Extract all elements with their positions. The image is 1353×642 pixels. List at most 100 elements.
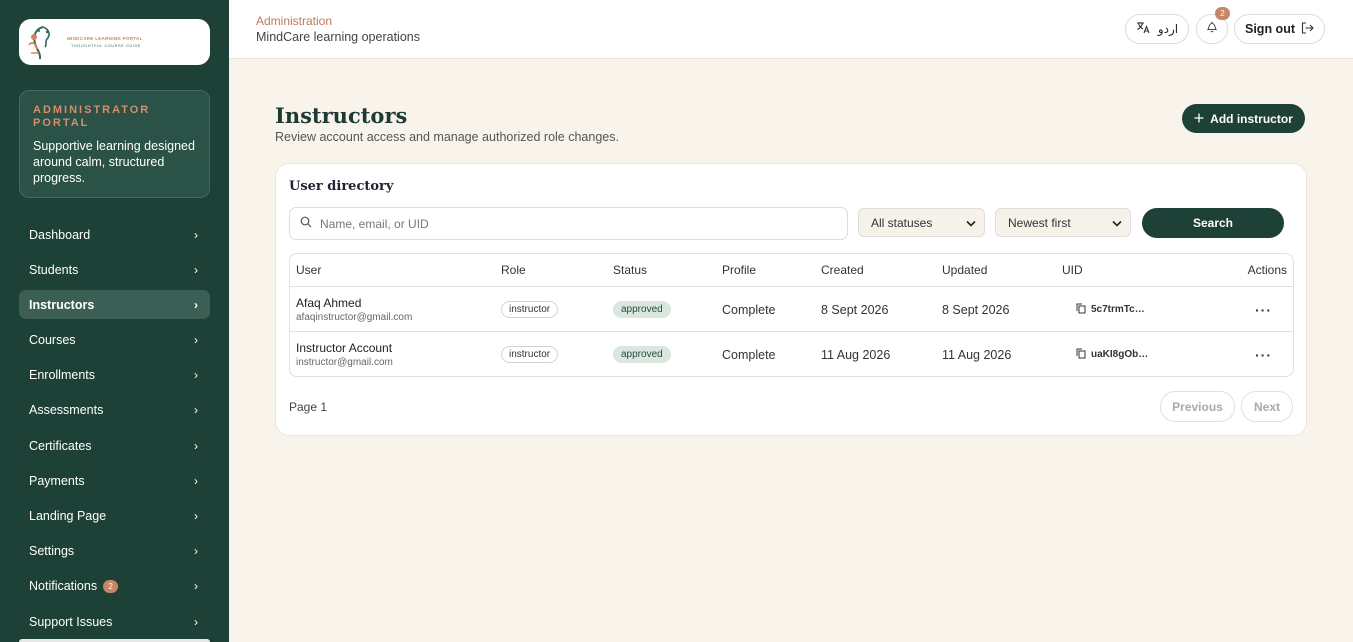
user-name: Instructor Account (296, 341, 393, 355)
sidebar-item-label: Landing Page (29, 509, 107, 523)
portal-kicker: ADMINISTRATOR PORTAL (33, 104, 151, 129)
sidebar-item-landing-page[interactable]: Landing Page › (19, 502, 210, 531)
language-toggle-button[interactable]: اردو (1125, 14, 1189, 44)
more-horizontal-icon: ··· (1255, 301, 1272, 318)
search-input[interactable] (320, 216, 820, 231)
search-icon (300, 215, 312, 233)
sidebar-item-dashboard[interactable]: Dashboard › (19, 220, 210, 249)
user-cell: Instructor Account instructor@gmail.com (296, 332, 393, 376)
page-subtitle: Review account access and manage authori… (275, 130, 619, 144)
uid-value: uaKI8gOb… (1091, 349, 1149, 360)
more-horizontal-icon: ··· (1255, 346, 1272, 363)
breadcrumb-kicker: Administration (256, 14, 333, 28)
logo-mark-icon (25, 23, 57, 61)
sign-out-label: Sign out (1245, 22, 1295, 36)
portal-card: ADMINISTRATOR PORTAL Supportive learning… (19, 90, 210, 198)
row-actions-button[interactable]: ··· (1255, 332, 1272, 376)
copy-icon (1076, 303, 1086, 317)
table-row: Instructor Account instructor@gmail.com … (290, 331, 1293, 376)
sidebar-item-label: Instructors (29, 297, 95, 312)
sidebar-nav: Dashboard › Students › Instructors › Course… (19, 220, 210, 642)
chevron-down-icon (1112, 216, 1122, 230)
previous-page-button[interactable]: Previous (1160, 391, 1235, 422)
portal-description: Supportive learning designed around calm… (33, 139, 195, 185)
row-actions-button[interactable]: ··· (1255, 287, 1272, 332)
chevron-right-icon: › (194, 333, 198, 348)
user-email: afaqinstructor@gmail.com (296, 312, 413, 323)
sidebar-item-certificates[interactable]: Certificates › (19, 431, 210, 460)
sidebar: MINDCARE LEARNING PORTAL THOUGHTFUL COUR… (0, 0, 229, 642)
role-cell: instructor (501, 332, 559, 376)
column-header-user: User (296, 263, 322, 277)
next-page-button[interactable]: Next (1241, 391, 1293, 422)
chevron-right-icon: › (194, 438, 198, 453)
column-header-uid: UID (1062, 263, 1083, 277)
sidebar-item-payments[interactable]: Payments › (19, 466, 210, 495)
column-header-role: Role (501, 263, 526, 277)
sidebar-item-label: Dashboard (29, 227, 91, 242)
uid-copy-button[interactable]: 5c7trmTc… (1076, 287, 1145, 332)
page-indicator: Page 1 (289, 400, 328, 414)
sign-out-icon (1301, 21, 1314, 37)
updated-cell: 11 Aug 2026 (942, 347, 1012, 362)
search-field[interactable] (289, 207, 848, 240)
column-header-created: Created (821, 263, 864, 277)
notification-count-badge: 2 (1215, 7, 1230, 20)
sidebar-item-label: Assessments (29, 403, 104, 418)
logo[interactable]: MINDCARE LEARNING PORTAL THOUGHTFUL COUR… (19, 19, 210, 65)
chevron-right-icon: › (194, 509, 198, 523)
chevron-right-icon: › (194, 262, 198, 277)
page-title: Instructors (275, 103, 408, 128)
created-cell: 11 Aug 2026 (821, 347, 891, 362)
chevron-right-icon: › (194, 368, 198, 383)
search-button[interactable]: Search (1142, 208, 1284, 238)
column-header-actions: Actions (1247, 263, 1287, 277)
column-header-profile: Profile (722, 263, 757, 277)
sidebar-item-instructors[interactable]: Instructors › (19, 290, 210, 320)
status-filter-select[interactable]: All statuses (858, 208, 985, 237)
translate-icon (1136, 21, 1150, 37)
table-row: Afaq Ahmed afaqinstructor@gmail.com inst… (290, 286, 1293, 332)
sidebar-item-label: Notifications (29, 579, 98, 594)
updated-cell: 8 Sept 2026 (942, 302, 1010, 317)
profile-cell: Complete (722, 302, 776, 317)
notification-count-badge: 2 (103, 579, 119, 593)
sort-select[interactable]: Newest first (995, 208, 1131, 237)
sidebar-item-notifications[interactable]: Notifications 2 › (19, 572, 210, 601)
sidebar-item-enrollments[interactable]: Enrollments › (19, 361, 210, 390)
chevron-right-icon: › (194, 297, 198, 312)
user-name: Afaq Ahmed (296, 296, 362, 310)
user-cell: Afaq Ahmed afaqinstructor@gmail.com (296, 287, 412, 332)
language-label: اردو (1157, 22, 1179, 36)
sidebar-item-label: Support Issues (29, 614, 113, 629)
chevron-right-icon: › (194, 473, 198, 488)
user-directory-card: User directory All statuses Newest first… (275, 163, 1307, 436)
add-instructor-button[interactable]: Add instructor (1182, 104, 1305, 133)
add-instructor-label: Add instructor (1210, 111, 1293, 126)
uid-value: 5c7trmTc… (1091, 304, 1145, 315)
chevron-right-icon: › (194, 614, 198, 629)
column-header-status: Status (613, 263, 648, 277)
sidebar-item-label: Certificates (29, 438, 92, 453)
sidebar-item-label: Settings (29, 544, 75, 559)
sidebar-item-label: Courses (29, 333, 76, 348)
sidebar-item-students[interactable]: Students › (19, 255, 210, 284)
chevron-right-icon: › (194, 579, 198, 594)
status-badge: approved (613, 346, 671, 363)
sidebar-item-label: Enrollments (29, 368, 95, 383)
sidebar-item-label: Payments (29, 473, 85, 488)
sidebar-item-settings[interactable]: Settings › (19, 537, 210, 566)
sidebar-item-assessments[interactable]: Assessments › (19, 396, 210, 425)
uid-copy-button[interactable]: uaKI8gOb… (1076, 332, 1149, 376)
logo-line-2: THOUGHTFUL COURSE GUIDE (71, 44, 141, 48)
profile-cell: Complete (722, 347, 776, 362)
status-filter-value: All statuses (871, 215, 933, 230)
sidebar-item-support-issues[interactable]: Support Issues › (19, 607, 210, 636)
status-cell: approved (613, 332, 671, 376)
user-email: instructor@gmail.com (296, 357, 393, 368)
chevron-down-icon (966, 216, 976, 230)
sign-out-button[interactable]: Sign out (1234, 14, 1325, 44)
topbar: Administration MindCare learning operati… (229, 0, 1353, 59)
sidebar-item-courses[interactable]: Courses › (19, 326, 210, 355)
sidebar-item-label: Students (29, 262, 79, 277)
